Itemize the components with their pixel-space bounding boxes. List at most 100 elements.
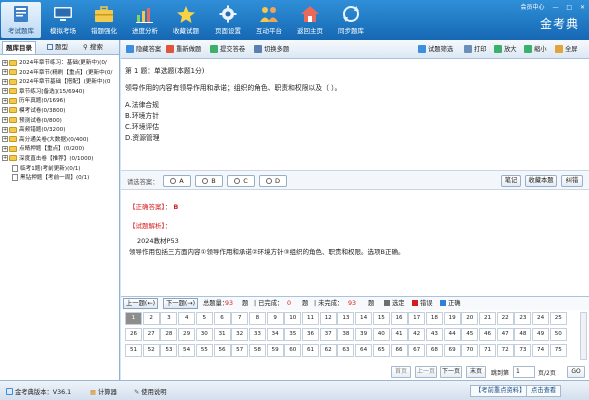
expand-icon[interactable]: + bbox=[2, 117, 8, 124]
question-number-cell[interactable]: 25 bbox=[549, 312, 567, 325]
prev-page-button[interactable]: 上一页 bbox=[415, 366, 437, 378]
answer-choice-c[interactable]: C bbox=[227, 175, 255, 187]
question-number-cell[interactable]: 24 bbox=[532, 312, 550, 325]
report-error-button[interactable]: 纠错 bbox=[561, 175, 583, 187]
key-materials-link[interactable]: 【考前重点资料】 bbox=[470, 385, 531, 397]
member-center-link[interactable]: 会员中心 bbox=[521, 2, 545, 11]
question-number-cell[interactable]: 57 bbox=[231, 344, 249, 357]
question-number-cell[interactable]: 28 bbox=[160, 328, 178, 341]
expand-icon[interactable]: + bbox=[2, 145, 8, 152]
question-number-cell[interactable]: 68 bbox=[425, 344, 443, 357]
tab-topic[interactable]: 题型 bbox=[44, 41, 71, 54]
question-number-cell[interactable]: 9 bbox=[266, 312, 284, 325]
tree-item[interactable]: +2024年章节基础【搭配】(更新中)(0 bbox=[2, 78, 119, 88]
question-number-cell[interactable]: 29 bbox=[178, 328, 196, 341]
tree-item[interactable]: +2024年章节练习：基础(更新中)(0/ bbox=[2, 59, 119, 69]
question-number-cell[interactable]: 65 bbox=[372, 344, 390, 357]
expand-icon[interactable]: + bbox=[2, 97, 8, 104]
tree-item[interactable]: +2024年章节(精刷【重点】(更新中(0/ bbox=[2, 69, 119, 79]
question-number-cell[interactable]: 40 bbox=[372, 328, 390, 341]
question-number-cell[interactable]: 39 bbox=[355, 328, 373, 341]
tree-item[interactable]: 临考1题(考前更新)(0/1) bbox=[2, 164, 119, 175]
tree-item[interactable]: + 高分通关卷(大数据)(0/400) bbox=[2, 136, 119, 146]
question-number-cell[interactable]: 58 bbox=[248, 344, 266, 357]
zoom-out-button[interactable]: 缩小 bbox=[523, 43, 547, 56]
question-number-cell[interactable]: 3 bbox=[160, 312, 178, 325]
question-number-cell[interactable]: 41 bbox=[390, 328, 408, 341]
question-number-cell[interactable]: 52 bbox=[142, 344, 160, 357]
fullscreen-button[interactable]: 全屏 bbox=[554, 43, 578, 56]
question-number-cell[interactable]: 60 bbox=[284, 344, 302, 357]
question-number-cell[interactable]: 67 bbox=[408, 344, 426, 357]
tree-item[interactable]: + 历年真题(0/1696) bbox=[2, 97, 119, 107]
tree-item[interactable]: + 模考试卷(0/3800) bbox=[2, 107, 119, 117]
question-number-cell[interactable]: 11 bbox=[302, 312, 319, 325]
question-number-cell[interactable]: 54 bbox=[178, 344, 196, 357]
question-number-cell[interactable]: 64 bbox=[355, 344, 373, 357]
expand-icon[interactable]: + bbox=[2, 88, 8, 95]
question-number-cell[interactable]: 75 bbox=[549, 344, 567, 357]
grid-scrollbar[interactable] bbox=[580, 312, 587, 360]
question-number-cell[interactable]: 37 bbox=[319, 328, 337, 341]
nav-briefcase[interactable]: 错题强化 bbox=[84, 2, 124, 38]
prev-question-button[interactable]: 上一题(←) bbox=[123, 298, 159, 309]
print-button[interactable]: 打印 bbox=[463, 43, 487, 56]
question-number-cell[interactable]: 2 bbox=[142, 312, 160, 325]
question-number-cell[interactable]: 48 bbox=[514, 328, 532, 341]
collect-button[interactable]: 收藏本题 bbox=[525, 175, 557, 187]
nav-monitor[interactable]: 模拟考场 bbox=[43, 2, 83, 38]
question-number-cell[interactable]: 69 bbox=[443, 344, 461, 357]
question-number-cell[interactable]: 61 bbox=[302, 344, 319, 357]
question-number-cell[interactable]: 59 bbox=[266, 344, 284, 357]
question-number-cell[interactable]: 49 bbox=[532, 328, 550, 341]
question-number-cell[interactable]: 38 bbox=[337, 328, 355, 341]
question-number-cell[interactable]: 31 bbox=[213, 328, 231, 341]
question-number-cell[interactable]: 17 bbox=[408, 312, 426, 325]
nav-exam-book[interactable]: 考试题库 bbox=[1, 2, 41, 38]
tree-item[interactable]: + 章节练习[备选](15/6940) bbox=[2, 88, 119, 98]
answer-choice-a[interactable]: A bbox=[163, 175, 191, 187]
question-number-cell[interactable]: 30 bbox=[195, 328, 213, 341]
question-number-cell[interactable]: 55 bbox=[195, 344, 213, 357]
question-number-cell[interactable]: 35 bbox=[284, 328, 302, 341]
submit-button[interactable]: 提交答卷 bbox=[209, 43, 245, 56]
tree-item[interactable]: 黑钻押题【考前一周】(0/1) bbox=[2, 174, 119, 184]
page-input[interactable]: 1 bbox=[513, 366, 535, 378]
tree-item[interactable]: + 深度直击卷【推荐】(0/1000) bbox=[2, 155, 119, 165]
question-number-cell[interactable]: 36 bbox=[302, 328, 319, 341]
question-number-cell[interactable]: 26 bbox=[125, 328, 142, 341]
nav-bar-chart[interactable]: 进度分析 bbox=[125, 2, 165, 38]
expand-icon[interactable]: + bbox=[2, 155, 8, 162]
question-number-cell[interactable]: 72 bbox=[496, 344, 514, 357]
question-number-cell[interactable]: 1 bbox=[125, 312, 142, 325]
question-number-cell[interactable]: 46 bbox=[479, 328, 496, 341]
question-number-cell[interactable]: 8 bbox=[248, 312, 266, 325]
nav-gear[interactable]: 页面设置 bbox=[208, 2, 248, 38]
question-number-cell[interactable]: 16 bbox=[390, 312, 408, 325]
last-page-button[interactable]: 末页 bbox=[466, 366, 486, 378]
question-number-cell[interactable]: 12 bbox=[319, 312, 337, 325]
question-number-cell[interactable]: 51 bbox=[125, 344, 142, 357]
question-number-cell[interactable]: 42 bbox=[408, 328, 426, 341]
question-number-cell[interactable]: 71 bbox=[479, 344, 496, 357]
tab-search[interactable]: ⚲ 搜索 bbox=[80, 41, 106, 54]
view-link[interactable]: 点击查看 bbox=[526, 385, 562, 397]
question-number-cell[interactable]: 4 bbox=[178, 312, 196, 325]
question-number-cell[interactable]: 19 bbox=[443, 312, 461, 325]
expand-icon[interactable]: + bbox=[2, 59, 8, 66]
nav-star[interactable]: 收藏试题 bbox=[166, 2, 206, 38]
question-number-cell[interactable]: 18 bbox=[425, 312, 443, 325]
expand-icon[interactable]: + bbox=[2, 69, 8, 76]
question-number-cell[interactable]: 73 bbox=[514, 344, 532, 357]
question-number-cell[interactable]: 70 bbox=[461, 344, 479, 357]
question-number-cell[interactable]: 43 bbox=[425, 328, 443, 341]
tree-item[interactable]: + 高频错题(0/3200) bbox=[2, 126, 119, 136]
expand-icon[interactable]: + bbox=[2, 107, 8, 114]
question-number-cell[interactable]: 7 bbox=[231, 312, 249, 325]
question-number-cell[interactable]: 63 bbox=[337, 344, 355, 357]
tree-item[interactable]: + 预测试卷(0/800) bbox=[2, 117, 119, 127]
question-number-cell[interactable]: 23 bbox=[514, 312, 532, 325]
filter-button[interactable]: 试题筛选 bbox=[417, 43, 453, 56]
question-number-cell[interactable]: 34 bbox=[266, 328, 284, 341]
question-number-cell[interactable]: 33 bbox=[248, 328, 266, 341]
